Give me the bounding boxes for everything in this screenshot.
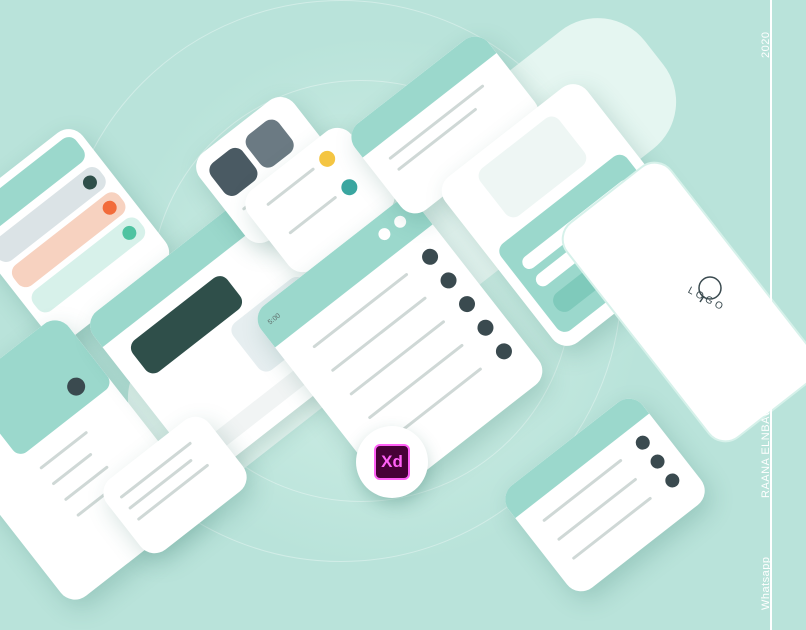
- avatar[interactable]: [455, 292, 479, 316]
- avatar[interactable]: [315, 147, 339, 171]
- avatar[interactable]: [474, 316, 497, 339]
- avatar[interactable]: [338, 175, 361, 199]
- xd-badge: Xd: [356, 426, 428, 498]
- chat-preview[interactable]: [330, 296, 428, 373]
- xd-logo-icon: Xd: [374, 444, 410, 480]
- side-panel: 2020 RAANA ELNBAWY Whatsapp: [756, 0, 806, 630]
- chat-preview[interactable]: [367, 343, 465, 420]
- contact-name: [288, 195, 338, 235]
- contact-name: [266, 167, 316, 207]
- avatar[interactable]: [647, 451, 668, 472]
- avatar[interactable]: [632, 432, 653, 453]
- app-label: Whatsapp: [760, 556, 772, 610]
- author-label: RAANA ELNBAWY: [760, 397, 772, 498]
- contact-name[interactable]: [556, 477, 638, 542]
- chat-preview[interactable]: [349, 319, 446, 396]
- year-label: 2020: [760, 31, 772, 58]
- avatar[interactable]: [418, 245, 442, 269]
- avatar[interactable]: [492, 340, 516, 363]
- avatar[interactable]: [437, 269, 460, 292]
- contact-name[interactable]: [571, 496, 653, 561]
- side-divider: [770, 0, 772, 630]
- avatar[interactable]: [662, 470, 683, 491]
